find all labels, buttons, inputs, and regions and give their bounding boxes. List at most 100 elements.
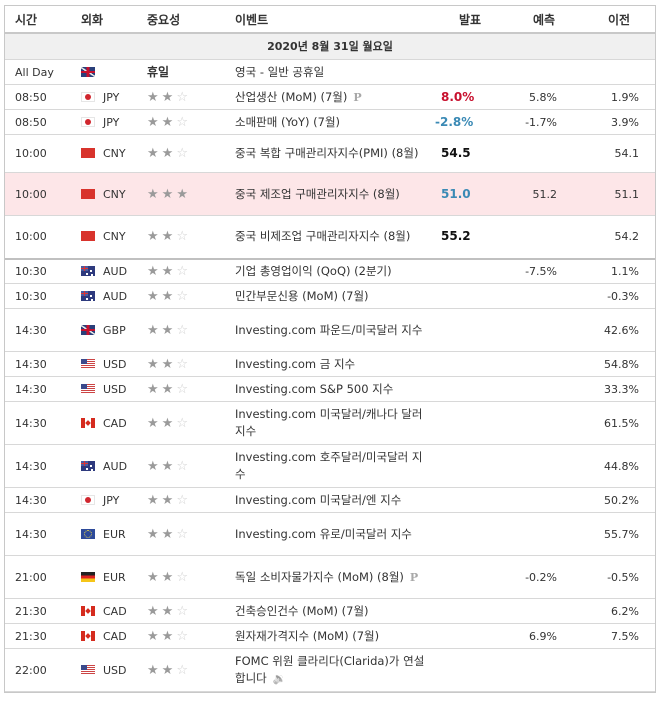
event-name[interactable]: Investing.com 호주달러/미국달러 지수 <box>235 450 422 481</box>
header-currency[interactable]: 외화 <box>81 6 147 34</box>
event-name-cell[interactable]: Investing.com 호주달러/미국달러 지수 <box>235 444 435 488</box>
event-name-cell[interactable]: Investing.com 유로/미국달러 지수 <box>235 512 435 556</box>
importance-cell: ★★☆ <box>147 444 235 488</box>
event-row[interactable]: 14:30 USD ★★☆ Investing.com S&P 500 지수 33.3% <box>5 376 655 402</box>
event-row[interactable]: 08:50 JPY ★★☆ 소매판매 (YoY) (7월) -2.8% -1.7% 3.9% <box>5 109 655 135</box>
event-name[interactable]: FOMC 위원 클라리다(Clarida)가 연설합니다 <box>235 654 424 685</box>
event-name-cell[interactable]: 영국 - 일반 공휴일 <box>235 59 435 85</box>
event-name-cell[interactable]: 중국 비제조업 구매관리자지수 (8월) <box>235 215 435 260</box>
importance-stars: ★★☆ <box>147 570 191 585</box>
event-name-cell[interactable]: 소매판매 (YoY) (7월) <box>235 109 435 135</box>
importance-stars: ★★☆ <box>147 629 191 644</box>
event-row[interactable]: 10:00 CNY ★★☆ 중국 복합 구매관리자지수(PMI) (8월) 54.5 54… <box>5 134 655 173</box>
importance-stars: ★★☆ <box>147 604 191 619</box>
event-name-cell[interactable]: 산업생산 (MoM) (7월) P <box>235 84 435 110</box>
event-name[interactable]: Investing.com 미국달러/엔 지수 <box>235 493 401 507</box>
ca-flag-icon <box>81 630 95 641</box>
event-currency-cell: CNY <box>81 134 147 173</box>
event-currency-cell: USD <box>81 648 147 692</box>
event-previous: 1.1% <box>583 258 655 284</box>
event-row[interactable]: 08:50 JPY ★★☆ 산업생산 (MoM) (7월) P 8.0% 5.8% 1.9% <box>5 84 655 110</box>
event-previous: 55.7% <box>583 512 655 556</box>
event-name[interactable]: Investing.com S&P 500 지수 <box>235 382 393 396</box>
speaker-icon: 🔉 <box>272 672 287 685</box>
event-name-cell[interactable]: Investing.com 파운드/미국달러 지수 <box>235 308 435 352</box>
event-name[interactable]: 영국 - 일반 공휴일 <box>235 65 324 79</box>
header-event[interactable]: 이벤트 <box>235 6 435 34</box>
importance-stars: ★★☆ <box>147 357 191 372</box>
star-empty-icon: ☆ <box>176 381 191 397</box>
event-name[interactable]: Investing.com 금 지수 <box>235 357 355 371</box>
us-flag-icon <box>81 383 95 394</box>
event-actual <box>435 444 505 488</box>
event-time: 10:00 <box>5 172 81 216</box>
event-previous: 3.9% <box>583 109 655 135</box>
event-row[interactable]: 21:30 CAD ★★☆ 건축승인건수 (MoM) (7월) 6.2% <box>5 598 655 624</box>
importance-stars: ★★☆ <box>147 90 191 105</box>
header-forecast[interactable]: 예측 <box>505 6 583 34</box>
event-name-cell[interactable]: FOMC 위원 클라리다(Clarida)가 연설합니다 🔉 <box>235 648 435 692</box>
event-name-cell[interactable]: Investing.com 미국달러/캐나다 달러 지수 <box>235 401 435 445</box>
event-name[interactable]: 원자재가격지수 (MoM) (7월) <box>235 629 379 643</box>
header-time[interactable]: 시간 <box>5 6 81 34</box>
header-actual[interactable]: 발표 <box>435 6 505 34</box>
event-name[interactable]: 중국 비제조업 구매관리자지수 (8월) <box>235 229 410 243</box>
event-name-cell[interactable]: 중국 복합 구매관리자지수(PMI) (8월) <box>235 134 435 173</box>
event-name[interactable]: 기업 총영업이익 (QoQ) (2분기) <box>235 264 392 278</box>
header-importance[interactable]: 중요성 <box>147 6 235 34</box>
event-name[interactable]: 독일 소비자물가지수 (MoM) (8월) <box>235 570 404 584</box>
event-row[interactable]: 14:30 GBP ★★☆ Investing.com 파운드/미국달러 지수 42.6… <box>5 308 655 352</box>
event-name-cell[interactable]: Investing.com 금 지수 <box>235 351 435 377</box>
event-actual <box>435 258 505 284</box>
event-previous <box>583 59 655 85</box>
event-row[interactable]: 10:00 CNY ★★☆ 중국 비제조업 구매관리자지수 (8월) 55.2 54.2 <box>5 215 655 260</box>
star-empty-icon: ☆ <box>176 288 191 304</box>
event-forecast <box>505 134 583 173</box>
event-name[interactable]: Investing.com 미국달러/캐나다 달러 지수 <box>235 407 422 438</box>
header-previous[interactable]: 이전 <box>583 6 655 34</box>
event-previous: 50.2% <box>583 487 655 513</box>
importance-cell: ★★☆ <box>147 308 235 352</box>
event-forecast <box>505 376 583 402</box>
event-row[interactable]: 14:30 CAD ★★☆ Investing.com 미국달러/캐나다 달러 지수 6… <box>5 401 655 445</box>
event-name[interactable]: Investing.com 유로/미국달러 지수 <box>235 527 412 541</box>
event-row[interactable]: 10:30 AUD ★★☆ 민간부문신용 (MoM) (7월) -0.3% <box>5 283 655 309</box>
importance-cell: ★★☆ <box>147 351 235 377</box>
event-row[interactable]: All Day 휴일 영국 - 일반 공휴일 <box>5 59 655 85</box>
star-empty-icon: ☆ <box>176 356 191 372</box>
event-row[interactable]: 10:30 AUD ★★☆ 기업 총영업이익 (QoQ) (2분기) -7.5% 1.1% <box>5 258 655 284</box>
star-filled-icon: ★ <box>161 114 177 130</box>
event-row[interactable]: 21:30 CAD ★★☆ 원자재가격지수 (MoM) (7월) 6.9% 7.5% <box>5 623 655 649</box>
event-name-cell[interactable]: 건축승인건수 (MoM) (7월) <box>235 598 435 624</box>
event-currency-cell: USD <box>81 376 147 402</box>
date-label: 2020년 8월 31일 월요일 <box>5 33 655 60</box>
star-filled-icon: ★ <box>161 628 177 644</box>
event-name-cell[interactable]: 민간부문신용 (MoM) (7월) <box>235 283 435 309</box>
event-name[interactable]: 소매판매 (YoY) (7월) <box>235 115 340 129</box>
star-filled-icon: ★ <box>161 356 177 372</box>
event-forecast <box>505 59 583 85</box>
event-name-cell[interactable]: Investing.com 미국달러/엔 지수 <box>235 487 435 513</box>
event-row[interactable]: 14:30 EUR ★★☆ Investing.com 유로/미국달러 지수 55.7% <box>5 512 655 556</box>
event-row[interactable]: 14:30 JPY ★★☆ Investing.com 미국달러/엔 지수 50.2% <box>5 487 655 513</box>
event-name[interactable]: 건축승인건수 (MoM) (7월) <box>235 604 369 618</box>
event-name[interactable]: 중국 복합 구매관리자지수(PMI) (8월) <box>235 146 418 160</box>
event-name-cell[interactable]: 중국 제조업 구매관리자지수 (8월) <box>235 172 435 216</box>
event-row[interactable]: 14:30 AUD ★★☆ Investing.com 호주달러/미국달러 지수 44.… <box>5 444 655 488</box>
event-currency-cell: GBP <box>81 308 147 352</box>
event-row[interactable]: 22:00 USD ★★☆ FOMC 위원 클라리다(Clarida)가 연설합니다 🔉 <box>5 648 655 692</box>
event-name-cell[interactable]: 독일 소비자물가지수 (MoM) (8월) P <box>235 555 435 599</box>
event-name-cell[interactable]: Investing.com S&P 500 지수 <box>235 376 435 402</box>
event-name[interactable]: 중국 제조업 구매관리자지수 (8월) <box>235 187 400 201</box>
event-row[interactable]: 21:00 EUR ★★☆ 독일 소비자물가지수 (MoM) (8월) P -0.2% -0… <box>5 555 655 599</box>
event-time: 10:30 <box>5 283 81 309</box>
event-actual: 51.0 <box>435 172 505 216</box>
event-row[interactable]: 14:30 USD ★★☆ Investing.com 금 지수 54.8% <box>5 351 655 377</box>
event-name[interactable]: Investing.com 파운드/미국달러 지수 <box>235 323 422 337</box>
event-name-cell[interactable]: 원자재가격지수 (MoM) (7월) <box>235 623 435 649</box>
event-row[interactable]: 10:00 CNY ★★★ 중국 제조업 구매관리자지수 (8월) 51.0 51.2 51… <box>5 172 655 216</box>
event-name[interactable]: 산업생산 (MoM) (7월) <box>235 90 347 104</box>
star-filled-icon: ★ <box>147 356 162 372</box>
event-name-cell[interactable]: 기업 총영업이익 (QoQ) (2분기) <box>235 258 435 284</box>
event-name[interactable]: 민간부문신용 (MoM) (7월) <box>235 289 369 303</box>
